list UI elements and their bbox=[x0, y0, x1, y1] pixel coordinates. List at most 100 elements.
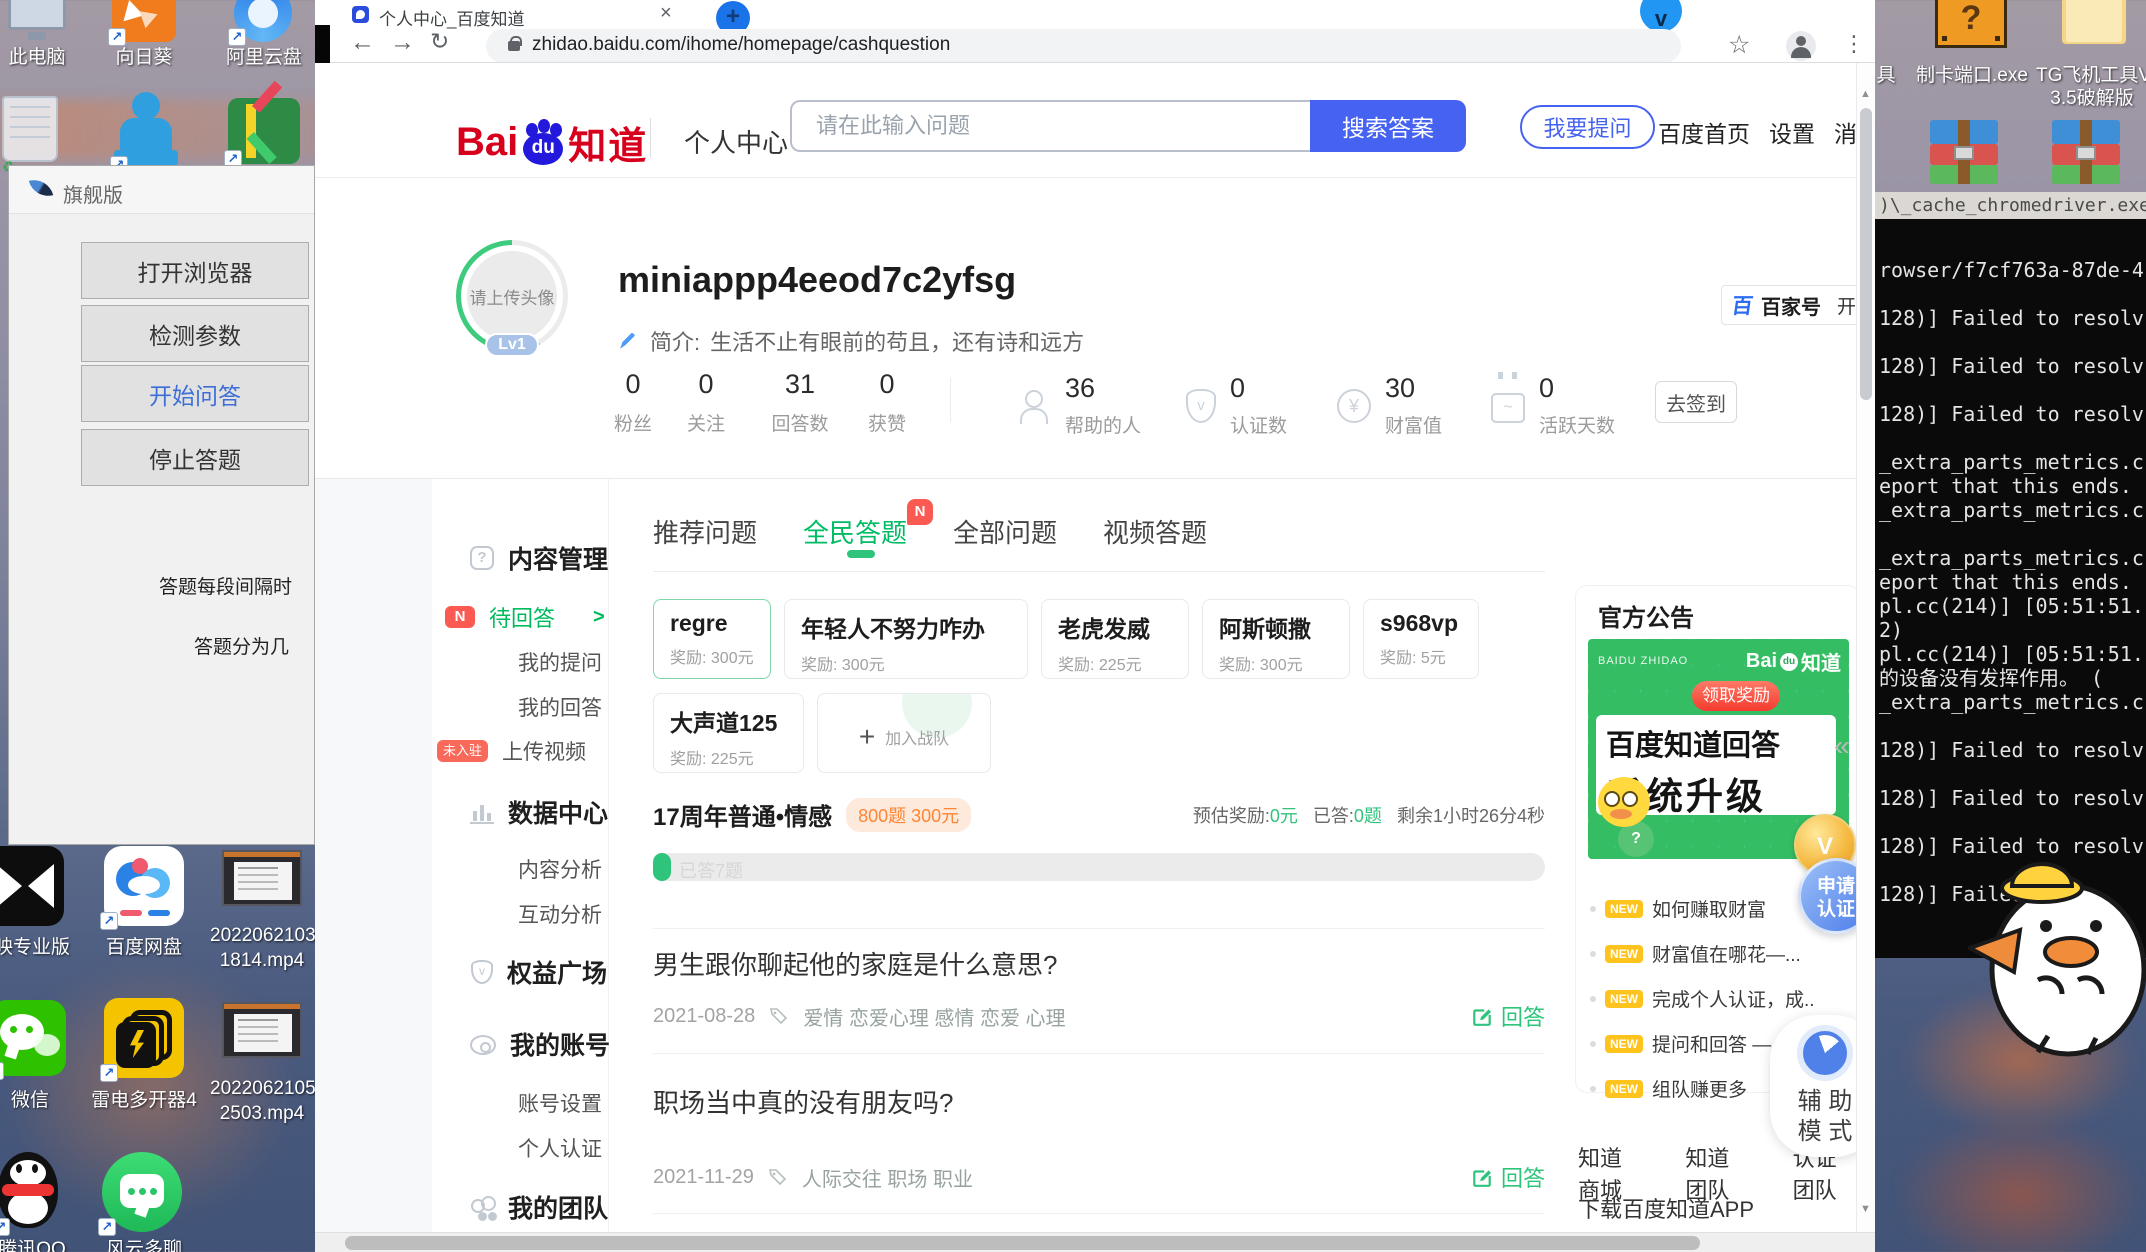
team-card[interactable]: 年轻人不努力咋办奖励: 300元 bbox=[784, 599, 1028, 679]
open-browser-button[interactable]: 打开浏览器 bbox=[81, 242, 309, 299]
stat-fans[interactable]: 0粉丝 bbox=[593, 369, 673, 436]
aliyun-drive-icon[interactable]: ↗ bbox=[232, 0, 294, 42]
question-title[interactable]: 职场当中真的没有朋友吗? bbox=[653, 1083, 953, 1120]
tab-all-questions[interactable]: 全部问题 bbox=[953, 513, 1057, 550]
announcement-item[interactable]: NEW 如何赚取财富 bbox=[1590, 886, 1846, 931]
avatar-upload-placeholder[interactable]: 请上传头像 bbox=[467, 251, 557, 341]
check-params-button[interactable]: 检测参数 bbox=[81, 305, 309, 362]
menu-dots-icon[interactable]: ⋮ bbox=[1843, 31, 1865, 57]
qq-icon[interactable]: ↗ bbox=[0, 1148, 64, 1232]
scrollbar-thumb[interactable] bbox=[1860, 108, 1872, 400]
kvm-k-icon[interactable]: ↗ bbox=[228, 98, 300, 164]
baijiahao-button[interactable]: 百 百家号 开 bbox=[1721, 285, 1856, 325]
nav-personal-center[interactable]: 个人中心 bbox=[684, 123, 788, 160]
capcut-icon[interactable]: ↗ bbox=[0, 846, 64, 926]
announcement-item[interactable]: NEW 完成个人认证，成.. bbox=[1590, 976, 1846, 1021]
sunflower-icon[interactable]: ↗ bbox=[112, 0, 176, 42]
baidu-netdisk-icon[interactable]: ↗ bbox=[104, 846, 184, 926]
assist-mode-widget[interactable]: 辅 助 模 式 bbox=[1770, 1015, 1856, 1157]
segments-setting-label: 答题分为几 bbox=[194, 632, 289, 659]
carousel-prev-icon[interactable]: « bbox=[1834, 730, 1850, 762]
answer-button[interactable]: 回答 bbox=[1471, 1161, 1545, 1193]
team-card-regre[interactable]: regre奖励: 300元 bbox=[653, 599, 771, 679]
sidebar-item-interact-analysis[interactable]: 互动分析 bbox=[518, 897, 602, 931]
recycle-bin-icon[interactable]: ♻ bbox=[2, 96, 58, 162]
question-tags[interactable]: 爱情 恋爱心理 感情 恋爱 心理 bbox=[803, 1002, 1065, 1031]
sidebar-item-my-account[interactable]: 我的账号 bbox=[470, 1027, 610, 1061]
question-search-input[interactable] bbox=[790, 100, 1310, 152]
sidebar-item-my-answers[interactable]: 我的回答 bbox=[518, 690, 602, 724]
browser-extension-icon[interactable]: v bbox=[1640, 0, 1682, 32]
profile-avatar-icon[interactable] bbox=[1786, 31, 1816, 61]
tg-tool-folder-icon[interactable] bbox=[2062, 0, 2126, 44]
scroll-down-icon[interactable]: ▼ bbox=[1860, 1203, 1871, 1215]
video-file-1-icon[interactable] bbox=[222, 850, 302, 906]
team-card[interactable]: 大声道125奖励: 225元 bbox=[653, 693, 804, 773]
team-card[interactable]: 阿斯顿撒奖励: 300元 bbox=[1202, 599, 1350, 679]
winrar-archive-icon[interactable] bbox=[1930, 120, 1998, 184]
join-team-card[interactable]: +加入战队 bbox=[817, 693, 991, 773]
stat-follow[interactable]: 0关注 bbox=[666, 369, 746, 436]
question-tags[interactable]: 人际交往 职场 职业 bbox=[802, 1163, 973, 1192]
team-card[interactable]: s968vp奖励: 5元 bbox=[1363, 599, 1479, 679]
wechat-icon[interactable]: ↗ bbox=[0, 1000, 66, 1076]
horizontal-scrollbar-thumb[interactable] bbox=[345, 1236, 1700, 1250]
question-title[interactable]: 男生跟你聊起他的家庭是什么意思? bbox=[653, 945, 1057, 982]
vertical-scrollbar[interactable]: ▲ ▼ bbox=[1856, 63, 1874, 1232]
ask-question-button[interactable]: 我要提问 bbox=[1520, 105, 1655, 149]
stat-certs[interactable]: v 0认证数 bbox=[1183, 373, 1287, 438]
sidebar-item-my-questions[interactable]: 我的提问 bbox=[518, 645, 602, 679]
search-answer-button[interactable]: 搜索答案 bbox=[1310, 100, 1466, 152]
stop-answering-button[interactable]: 停止答题 bbox=[81, 429, 309, 486]
browser-window: 个人中心_百度知道 × + v ← → ↻ zhidao.baidu.com/i… bbox=[315, 0, 1875, 1252]
leidian-multi-icon[interactable]: ↗ bbox=[104, 998, 184, 1078]
tab-everyone-answers[interactable]: 全民答题N bbox=[803, 513, 907, 550]
download-app-link[interactable]: 下载百度知道APP bbox=[1578, 1192, 1754, 1224]
announcement-item[interactable]: NEW 财富值在哪花—... bbox=[1590, 931, 1846, 976]
sidebar-item-content-mgmt[interactable]: ? 内容管理 bbox=[470, 541, 608, 575]
this-pc-icon[interactable] bbox=[8, 0, 66, 40]
video-file-2-icon[interactable] bbox=[222, 1002, 302, 1058]
browser-tab[interactable]: 个人中心_百度知道 bbox=[379, 5, 524, 30]
fengyun-chat-icon[interactable]: ↗ bbox=[102, 1152, 182, 1232]
checkin-button[interactable]: 去签到 bbox=[1655, 381, 1737, 423]
sidebar-item-rights-plaza[interactable]: v 权益广场 bbox=[470, 955, 607, 989]
address-bar[interactable]: zhidao.baidu.com/ihome/homepage/cashques… bbox=[486, 29, 1681, 63]
reload-button[interactable]: ↻ bbox=[430, 28, 449, 55]
back-button[interactable]: ← bbox=[350, 28, 375, 57]
stat-helped[interactable]: 36帮助的人 bbox=[1015, 373, 1141, 438]
nav-baidu-home[interactable]: 百度首页 bbox=[1658, 115, 1750, 149]
tab-close-icon[interactable]: × bbox=[660, 2, 672, 25]
scroll-up-icon[interactable]: ▲ bbox=[1860, 88, 1871, 100]
sidebar-item-my-team[interactable]: 我的团队 bbox=[470, 1190, 608, 1224]
team-card[interactable]: 老虎发威奖励: 225元 bbox=[1041, 599, 1189, 679]
stat-answers[interactable]: 31回答数 bbox=[760, 369, 840, 436]
assistant-panel-titlebar[interactable]: 旗舰版 bbox=[9, 166, 314, 214]
tab-recommended[interactable]: 推荐问题 bbox=[653, 513, 757, 550]
sidebar-item-data-center[interactable]: 数据中心 bbox=[470, 795, 608, 829]
horizontal-scrollbar[interactable] bbox=[315, 1232, 1875, 1252]
sidebar-item-content-analysis[interactable]: 内容分析 bbox=[518, 852, 602, 886]
nav-messages-partial[interactable]: 消 bbox=[1834, 115, 1856, 149]
sidebar-item-account-settings[interactable]: 账号设置 bbox=[518, 1086, 602, 1120]
stat-active-days[interactable]: ~ 0活跃天数 bbox=[1491, 373, 1615, 438]
edit-pencil-icon[interactable] bbox=[618, 330, 640, 352]
baidu-zhidao-logo[interactable]: Bai du 知道 bbox=[456, 115, 648, 170]
bookmark-star-icon[interactable]: ☆ bbox=[1728, 30, 1750, 60]
start-answering-button[interactable]: 开始问答 bbox=[81, 365, 309, 422]
stat-likes[interactable]: 0获赞 bbox=[847, 369, 927, 436]
claim-reward-ribbon[interactable]: 领取奖励 bbox=[1692, 681, 1780, 711]
winrar-archive-icon[interactable] bbox=[2052, 120, 2120, 184]
sidebar-item-personal-cert[interactable]: 个人认证 bbox=[518, 1131, 602, 1165]
tab-new-badge: N bbox=[907, 499, 933, 525]
card-port-exe-icon[interactable]: ? bbox=[1935, 0, 2007, 48]
terminal-titlebar[interactable]: )\_cache_chromedriver.exe bbox=[1875, 192, 2146, 219]
tab-video-answers[interactable]: 视频答题 bbox=[1103, 513, 1207, 550]
stat-wealth[interactable]: ¥ 30财富值 bbox=[1337, 373, 1442, 438]
nav-settings[interactable]: 设置 bbox=[1769, 115, 1815, 149]
forward-button[interactable]: → bbox=[390, 28, 415, 57]
stamp-person-icon[interactable]: ↗ bbox=[114, 92, 178, 170]
answer-button[interactable]: 回答 bbox=[1471, 1000, 1545, 1032]
sidebar-item-pending[interactable]: N 待回答 > bbox=[445, 600, 605, 634]
sidebar-item-upload-video[interactable]: 未入驻 上传视频 bbox=[437, 734, 586, 768]
